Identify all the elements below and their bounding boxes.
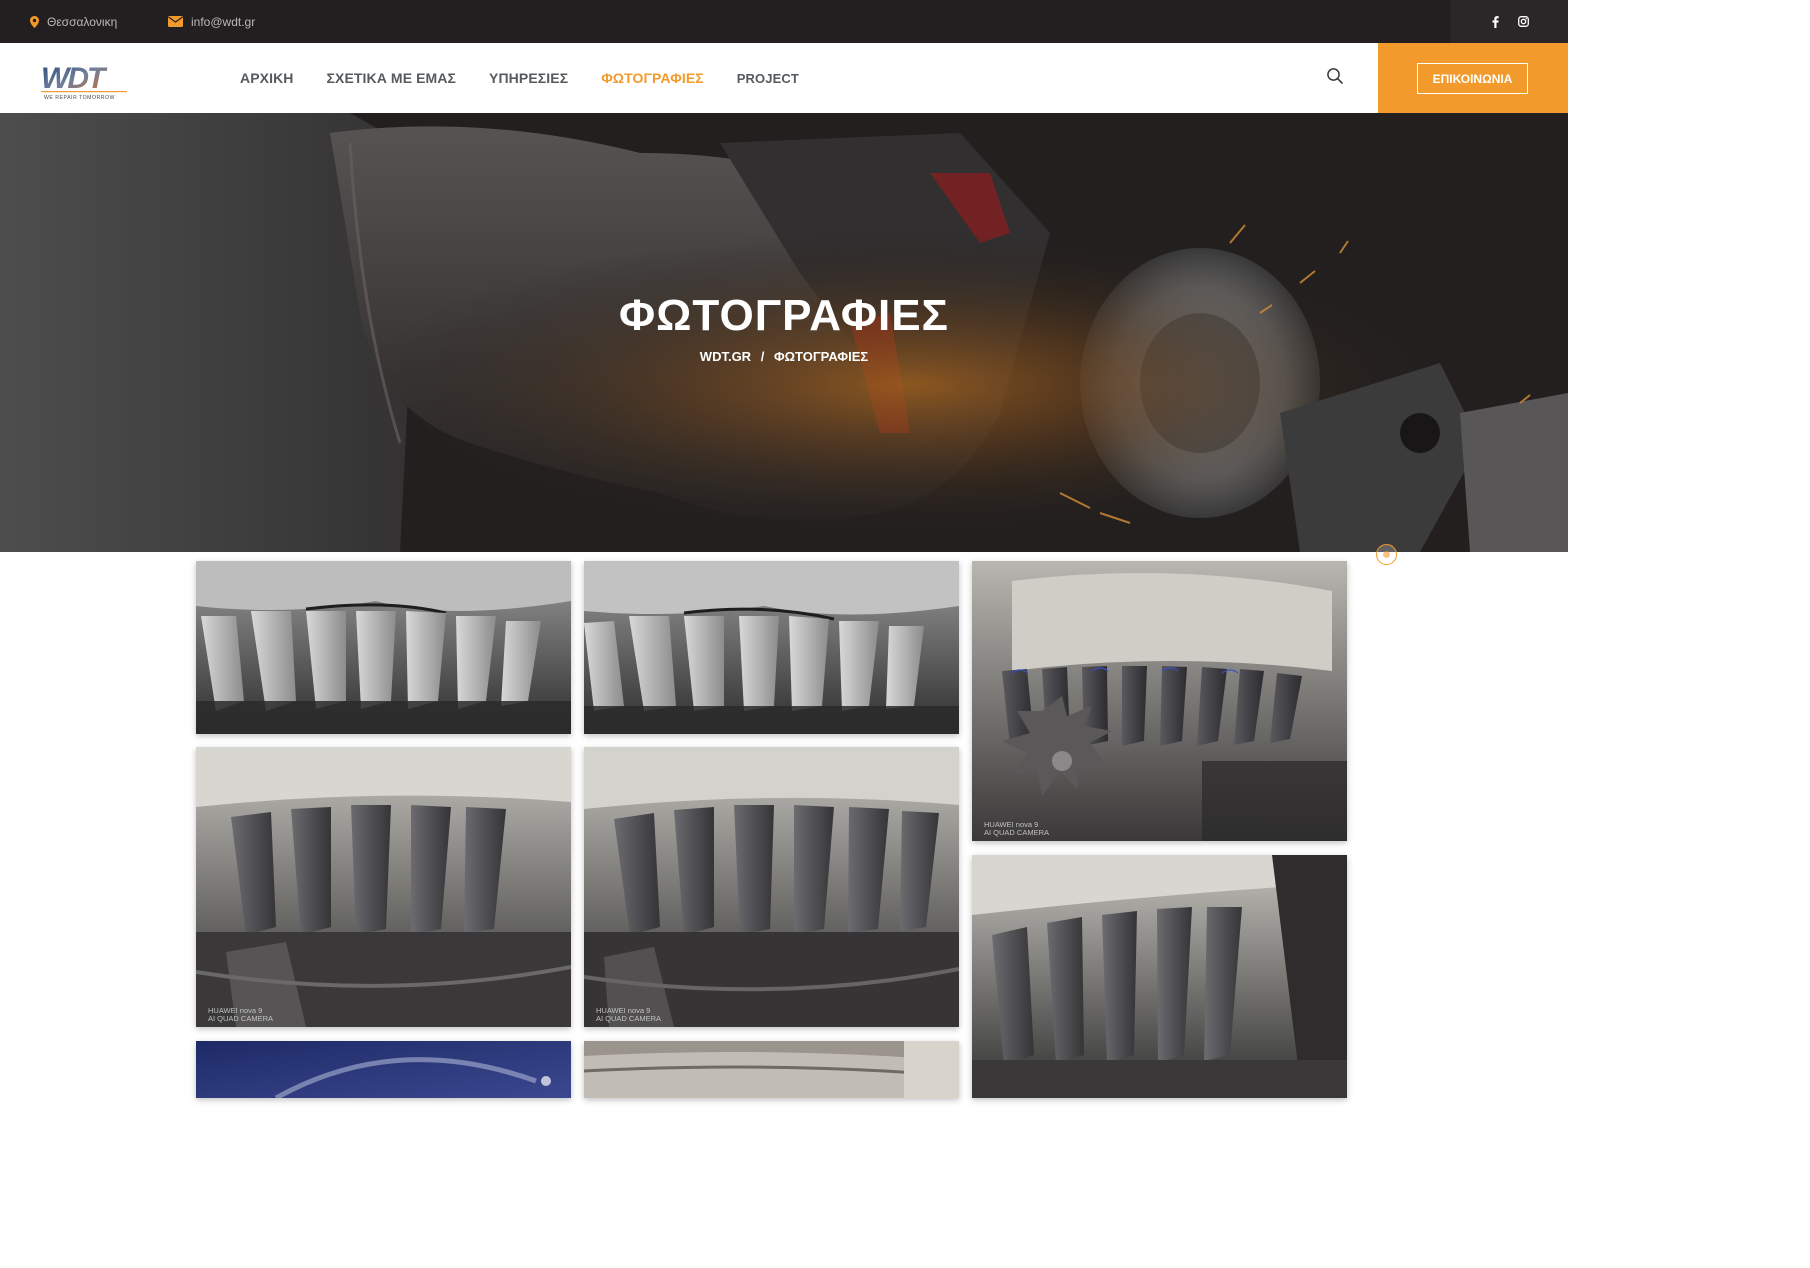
svg-text:WDT: WDT — [41, 62, 108, 95]
gallery-photo[interactable] — [196, 1041, 571, 1098]
photo-watermark: HUAWEI nova 9 AI QUAD CAMERA — [596, 1006, 662, 1023]
social-links — [1451, 0, 1568, 43]
search-icon[interactable] — [1326, 67, 1344, 85]
nav-project[interactable]: PROJECT — [737, 71, 799, 86]
gallery-photo[interactable] — [584, 1041, 959, 1098]
email-text[interactable]: info@wdt.gr — [191, 15, 255, 29]
facebook-icon[interactable] — [1490, 15, 1502, 29]
site-logo[interactable]: WDT WE REPAIR TOMORROW — [40, 61, 130, 103]
breadcrumb-home[interactable]: WDT.GR — [700, 349, 751, 364]
nav-home[interactable]: ΑΡΧΙΚΗ — [240, 70, 294, 86]
location-pin-icon — [30, 15, 39, 28]
gallery-photo[interactable]: HUAWEI nova 9 AI QUAD CAMERA — [972, 561, 1347, 841]
page-title: ΦΩΤΟΓΡΑΦΙΕΣ — [619, 291, 949, 340]
nav-photos[interactable]: ΦΩΤΟΓΡΑΦΙΕΣ — [601, 70, 704, 86]
email-info[interactable]: info@wdt.gr — [168, 0, 255, 43]
breadcrumb-separator: / — [760, 349, 765, 364]
nav-about[interactable]: ΣΧΕΤΙΚΑ ΜΕ ΕΜΑΣ — [327, 70, 457, 86]
photo-watermark: HUAWEI nova 9 AI QUAD CAMERA — [208, 1006, 274, 1023]
gallery-photo[interactable] — [972, 855, 1347, 1098]
gallery-photo[interactable]: HUAWEI nova 9 AI QUAD CAMERA — [196, 747, 571, 1027]
gallery-photo[interactable] — [584, 561, 959, 734]
location-text: Θεσσαλονικη — [47, 14, 118, 29]
photo-watermark: HUAWEI nova 9 AI QUAD CAMERA — [984, 820, 1050, 837]
location-info: Θεσσαλονικη — [30, 0, 117, 43]
gallery-photo[interactable]: HUAWEI nova 9 AI QUAD CAMERA — [584, 747, 959, 1027]
main-header: WDT WE REPAIR TOMORROW ΑΡΧΙΚΗ ΣΧΕΤΙΚΑ ΜΕ… — [0, 43, 1568, 113]
breadcrumb-current: ΦΩΤΟΓΡΑΦΙΕΣ — [773, 349, 869, 364]
main-nav: ΑΡΧΙΚΗ ΣΧΕΤΙΚΑ ΜΕ ΕΜΑΣ ΥΠΗΡΕΣΙΕΣ ΦΩΤΟΓΡΑ… — [240, 43, 799, 113]
page-hero: ΦΩΤΟΓΡΑΦΙΕΣ WDT.GR / ΦΩΤΟΓΡΑΦΙΕΣ — [0, 113, 1568, 552]
envelope-icon — [168, 16, 183, 27]
scroll-down-icon[interactable] — [1376, 544, 1397, 565]
nav-services[interactable]: ΥΠΗΡΕΣΙΕΣ — [489, 70, 568, 86]
contact-button[interactable]: ΕΠΙΚΟΙΝΩΝΙΑ — [1417, 63, 1528, 94]
top-bar: Θεσσαλονικη info@wdt.gr — [0, 0, 1568, 43]
logo-tagline: WE REPAIR TOMORROW — [44, 95, 115, 101]
instagram-icon[interactable] — [1518, 15, 1530, 29]
breadcrumb: WDT.GR / ΦΩΤΟΓΡΑΦΙΕΣ — [0, 349, 1568, 364]
gallery-photo[interactable] — [196, 561, 571, 734]
cta-area: ΕΠΙΚΟΙΝΩΝΙΑ — [1378, 43, 1568, 113]
